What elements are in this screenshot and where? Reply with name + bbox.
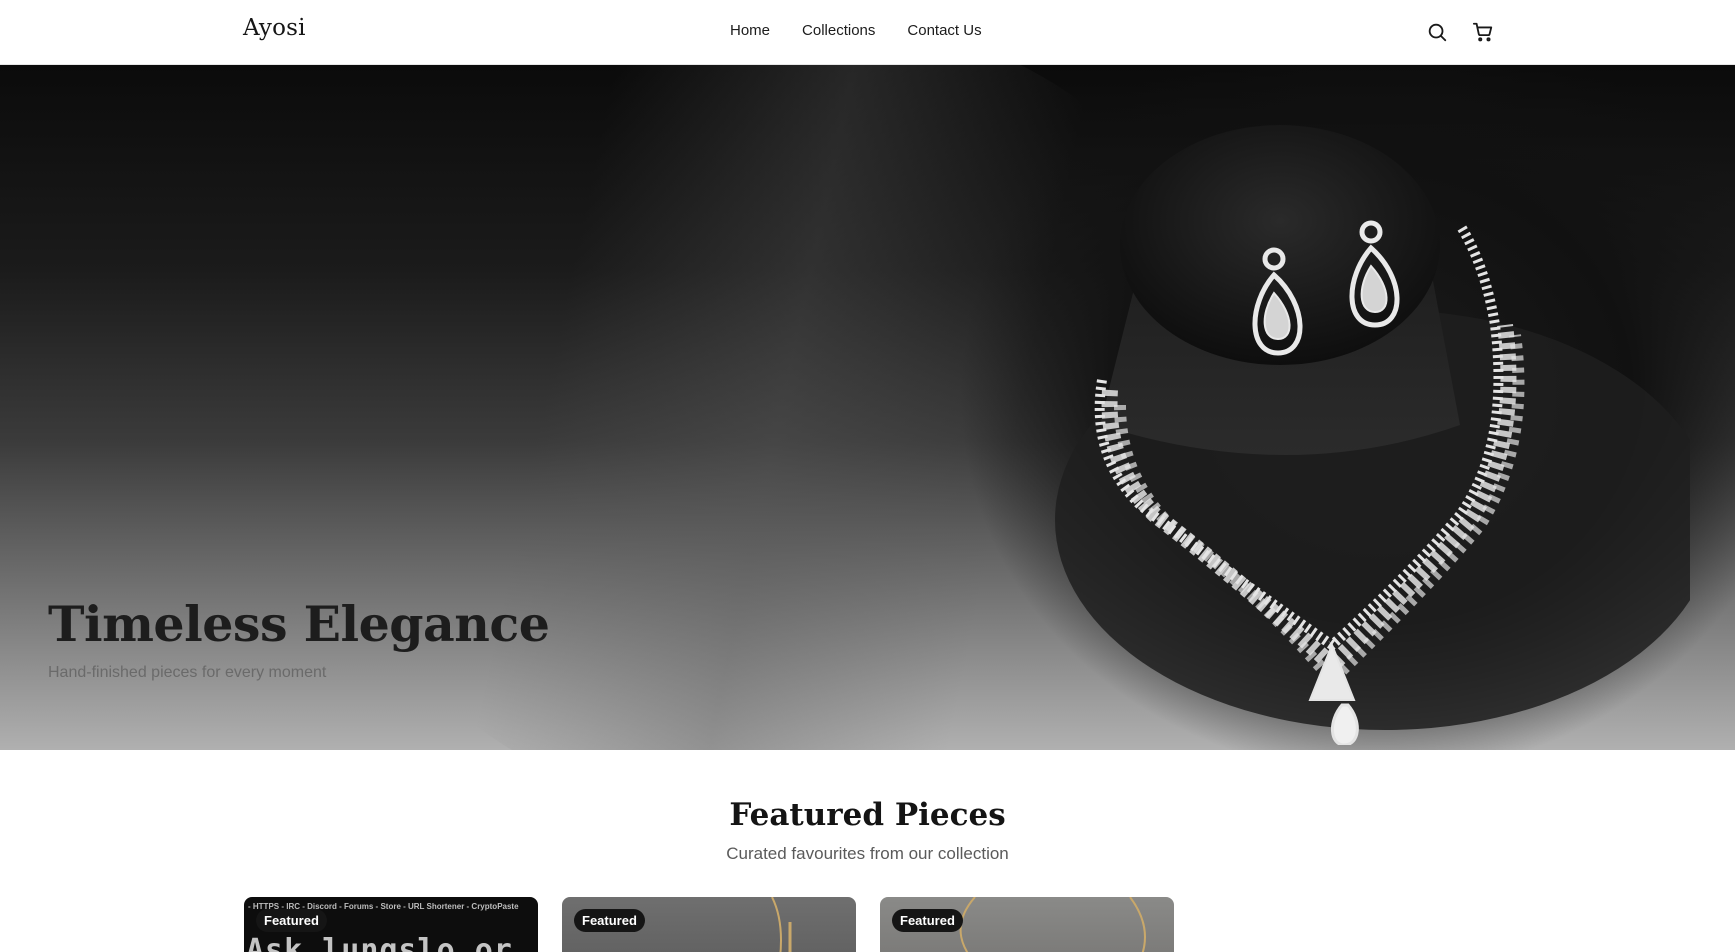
cart-icon[interactable] [1471, 20, 1495, 44]
brand-logo[interactable]: Ayosi [243, 15, 306, 41]
featured-heading: Featured Pieces [729, 797, 1006, 833]
featured-badge: Featured [892, 909, 963, 932]
site-header: Ayosi Home Collections Contact Us [0, 0, 1735, 65]
featured-cards: - HTTPS - IRC - Discord - Forums - Store… [244, 897, 1174, 952]
jewelry-display-image [1055, 125, 1690, 745]
card-image-text: Ask_lungslo.or [246, 933, 513, 952]
featured-badge: Featured [574, 909, 645, 932]
nav-contact-us[interactable]: Contact Us [907, 22, 981, 39]
hero-subtitle: Hand-finished pieces for every moment [48, 664, 327, 681]
hero-title: Timeless Elegance [48, 595, 550, 653]
hero-banner: Timeless Elegance Hand-finished pieces f… [0, 65, 1735, 750]
header-actions [1425, 20, 1495, 44]
product-card[interactable]: - HTTPS - IRC - Discord - Forums - Store… [244, 897, 538, 952]
product-card[interactable]: Featured [880, 897, 1174, 952]
main-nav: Home Collections Contact Us [730, 22, 982, 39]
featured-badge: Featured [256, 909, 327, 932]
nav-home[interactable]: Home [730, 22, 770, 39]
nav-collections[interactable]: Collections [802, 22, 875, 39]
featured-subtitle: Curated favourites from our collection [726, 844, 1009, 863]
product-card[interactable]: Featured [562, 897, 856, 952]
search-icon[interactable] [1425, 20, 1449, 44]
